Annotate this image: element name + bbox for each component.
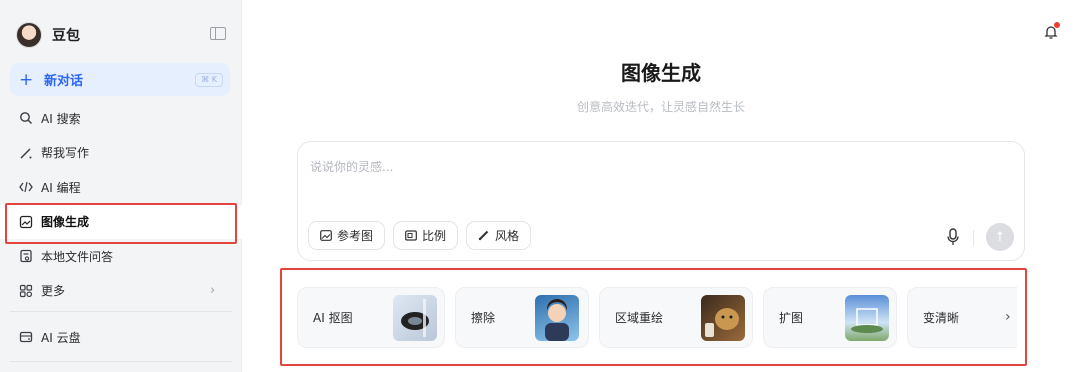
composer-options: 参考图 比例 风格 <box>308 221 532 250</box>
aspect-ratio-icon <box>405 230 417 241</box>
sidebar-item-label: 本地文件问答 <box>41 249 114 264</box>
sidebar-item-label: AI 编程 <box>41 180 81 195</box>
page-subtitle: 创意高效迭代，让灵感自然生长 <box>576 100 745 114</box>
tool-card-erase[interactable]: 擦除 <box>455 287 589 348</box>
tool-thumbnail <box>701 295 745 341</box>
tool-thumbnail <box>393 295 437 341</box>
chip-label: 风格 <box>495 229 520 243</box>
tool-cards: AI 抠图 擦除 区域重绘 扩图 变清晰 <box>297 287 1017 348</box>
sidebar-item-label: 帮我写作 <box>41 146 90 161</box>
arrow-up-icon: ↑ <box>994 229 1006 245</box>
chevron-right-icon[interactable]: › <box>1005 309 1011 325</box>
sidebar-item-writing[interactable]: 帮我写作 <box>0 136 242 171</box>
notification-dot <box>1054 22 1060 28</box>
brand-name: 豆包 <box>52 28 80 44</box>
pen-icon <box>20 148 32 159</box>
highlight-annotation <box>5 203 237 244</box>
sidebar-toggle-icon[interactable] <box>210 27 226 40</box>
tool-label: 擦除 <box>471 311 496 325</box>
code-icon <box>19 182 33 193</box>
sidebar-item-more[interactable]: 更多 › <box>0 274 242 309</box>
prompt-composer[interactable]: 说说你的灵感... 参考图 比例 风格 ↑ <box>297 141 1025 261</box>
brush-icon <box>478 230 489 241</box>
tool-card-region-redraw[interactable]: 区域重绘 <box>599 287 753 348</box>
sidebar-cloud-section: AI 云盘 <box>0 320 242 355</box>
aspect-ratio-button[interactable]: 比例 <box>393 221 459 250</box>
divider <box>10 361 232 362</box>
page-title: 图像生成 <box>621 61 701 85</box>
tool-card-sharpen[interactable]: 变清晰 <box>907 287 1017 348</box>
tool-card-expand[interactable]: 扩图 <box>763 287 897 348</box>
reference-image-button[interactable]: 参考图 <box>308 221 386 250</box>
apps-icon <box>19 284 33 297</box>
file-icon <box>20 250 32 263</box>
tool-label: 变清晰 <box>923 311 960 325</box>
tool-label: 扩图 <box>779 311 804 325</box>
chip-label: 参考图 <box>337 229 374 243</box>
sidebar-item-local-file-qa[interactable]: 本地文件问答 <box>0 239 242 274</box>
divider <box>10 311 232 312</box>
sidebar-item-ai-cloud-drive[interactable]: AI 云盘 <box>0 320 242 355</box>
chip-label: 比例 <box>422 229 447 243</box>
style-button[interactable]: 风格 <box>466 221 532 250</box>
tool-label: 区域重绘 <box>615 311 664 325</box>
divider <box>973 230 974 246</box>
brand[interactable]: 豆包 <box>16 19 80 51</box>
tool-label: AI 抠图 <box>313 311 353 325</box>
tool-thumbnail <box>535 295 579 341</box>
send-button[interactable]: ↑ <box>986 223 1014 251</box>
tool-thumbnail <box>845 295 889 341</box>
sidebar-item-label: 更多 <box>41 284 66 299</box>
sidebar-item-coding[interactable]: AI 编程 <box>0 170 242 205</box>
sidebar-item-label: AI 云盘 <box>41 330 81 345</box>
sidebar: 豆包 + 新对话 ⌘ K AI 搜索 帮我写作 AI 编程 图像生成 本地文件问… <box>0 0 242 372</box>
avatar <box>16 22 42 48</box>
chevron-right-icon: › <box>210 283 216 299</box>
microphone-icon[interactable] <box>946 228 960 246</box>
prompt-input[interactable]: 说说你的灵感... <box>310 158 393 175</box>
reference-image-icon <box>320 230 332 241</box>
tool-card-ai-cutout[interactable]: AI 抠图 <box>297 287 445 348</box>
cloud-drive-icon <box>19 332 33 343</box>
